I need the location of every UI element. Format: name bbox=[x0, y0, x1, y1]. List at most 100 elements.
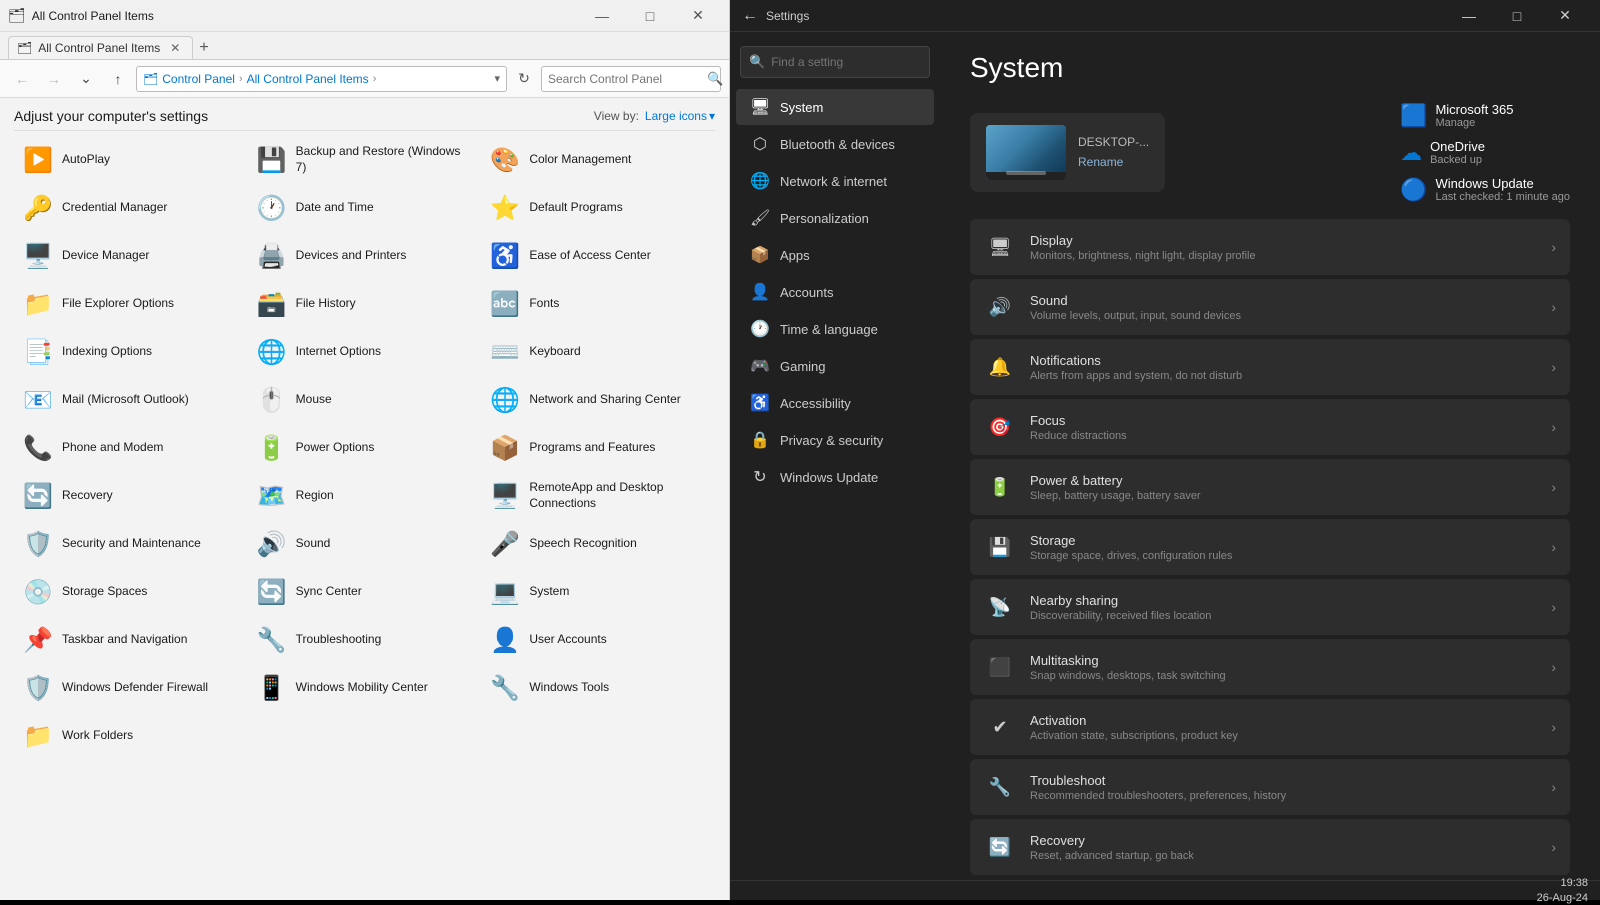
cp-item-recovery[interactable]: 🔄Recovery bbox=[14, 473, 248, 519]
cp-address-dropdown[interactable]: ▾ bbox=[494, 72, 500, 85]
cp-item-date-and-time[interactable]: 🕐Date and Time bbox=[248, 185, 482, 231]
st-update-sub: Last checked: 1 minute ago bbox=[1435, 191, 1570, 203]
cp-item-system[interactable]: 💻System bbox=[481, 569, 715, 615]
cp-item-label: System bbox=[529, 584, 569, 600]
cp-item-power-options[interactable]: 🔋Power Options bbox=[248, 425, 482, 471]
sidebar-item-apps[interactable]: 📦Apps bbox=[736, 237, 934, 273]
cp-item-security-and-maintenance[interactable]: 🛡️Security and Maintenance bbox=[14, 521, 248, 567]
cp-viewby-link[interactable]: Large icons ▾ bbox=[645, 109, 715, 123]
cp-item-fonts[interactable]: 🔤Fonts bbox=[481, 281, 715, 327]
sidebar-item-network[interactable]: 🌐Network & internet bbox=[736, 163, 934, 199]
cp-item-device-manager[interactable]: 🖥️Device Manager bbox=[14, 233, 248, 279]
cp-item-devices-and-printers[interactable]: 🖨️Devices and Printers bbox=[248, 233, 482, 279]
st-minimize-button[interactable]: — bbox=[1446, 0, 1492, 32]
settings-item-text-display: DisplayMonitors, brightness, night light… bbox=[1030, 233, 1537, 262]
settings-item-title: Storage bbox=[1030, 533, 1537, 548]
settings-item-sound[interactable]: 🔊SoundVolume levels, output, input, soun… bbox=[970, 279, 1570, 335]
cp-search-input[interactable] bbox=[548, 72, 703, 86]
cp-dropdown-button[interactable]: ⌄ bbox=[72, 65, 100, 93]
sidebar-item-update[interactable]: ↻Windows Update bbox=[736, 459, 934, 495]
cp-item-windows-tools[interactable]: 🔧Windows Tools bbox=[481, 665, 715, 711]
cp-item-label: Date and Time bbox=[296, 200, 374, 216]
cp-item-sync-center[interactable]: 🔄Sync Center bbox=[248, 569, 482, 615]
cp-item-file-history[interactable]: 🗃️File History bbox=[248, 281, 482, 327]
settings-item-power--battery[interactable]: 🔋Power & batterySleep, battery usage, ba… bbox=[970, 459, 1570, 515]
st-back-button[interactable]: ← bbox=[742, 7, 758, 25]
cp-item-windows-mobility-center[interactable]: 📱Windows Mobility Center bbox=[248, 665, 482, 711]
cp-item-remoteapp-and-desktop-connections[interactable]: 🖥️RemoteApp and Desktop Connections bbox=[481, 473, 715, 519]
st-quick-link-onedrive[interactable]: ☁ OneDrive Backed up bbox=[1400, 139, 1570, 166]
cp-item-taskbar-and-navigation[interactable]: 📌Taskbar and Navigation bbox=[14, 617, 248, 663]
cp-close-button[interactable]: ✕ bbox=[675, 0, 721, 32]
st-quick-link-update[interactable]: 🔵 Windows Update Last checked: 1 minute … bbox=[1400, 176, 1570, 203]
settings-item-recovery[interactable]: 🔄RecoveryReset, advanced startup, go bac… bbox=[970, 819, 1570, 875]
settings-item-storage[interactable]: 💾StorageStorage space, drives, configura… bbox=[970, 519, 1570, 575]
settings-item-multitasking[interactable]: ⬛MultitaskingSnap windows, desktops, tas… bbox=[970, 639, 1570, 695]
cp-item-backup-and-restore-windows-7[interactable]: 💾Backup and Restore (Windows 7) bbox=[248, 137, 482, 183]
settings-item-focus[interactable]: 🎯FocusReduce distractions› bbox=[970, 399, 1570, 455]
cp-tab-close[interactable]: ✕ bbox=[170, 41, 180, 55]
cp-item-autoplay[interactable]: ▶️AutoPlay bbox=[14, 137, 248, 183]
st-device-rename-link[interactable]: Rename bbox=[1078, 155, 1123, 169]
cp-maximize-button[interactable]: □ bbox=[627, 0, 673, 32]
cp-item-mouse[interactable]: 🖱️Mouse bbox=[248, 377, 482, 423]
cp-item-file-explorer-options[interactable]: 📁File Explorer Options bbox=[14, 281, 248, 327]
sidebar-item-privacy[interactable]: 🔒Privacy & security bbox=[736, 422, 934, 458]
st-maximize-button[interactable]: □ bbox=[1494, 0, 1540, 32]
cp-refresh-button[interactable]: ↻ bbox=[511, 66, 537, 92]
cp-item-label: RemoteApp and Desktop Connections bbox=[529, 480, 707, 511]
sidebar-item-gaming[interactable]: 🎮Gaming bbox=[736, 348, 934, 384]
cp-item-sound[interactable]: 🔊Sound bbox=[248, 521, 482, 567]
cp-item-region[interactable]: 🗺️Region bbox=[248, 473, 482, 519]
settings-item-nearby-sharing[interactable]: 📡Nearby sharingDiscoverability, received… bbox=[970, 579, 1570, 635]
cp-item-work-folders[interactable]: 📁Work Folders bbox=[14, 713, 248, 759]
st-device-info: DESKTOP-... Rename bbox=[1078, 135, 1149, 171]
st-quick-link-m365[interactable]: 🟦 Microsoft 365 Manage bbox=[1400, 102, 1570, 129]
cp-item-keyboard[interactable]: ⌨️Keyboard bbox=[481, 329, 715, 375]
sidebar-item-system[interactable]: 🖥System bbox=[736, 89, 934, 125]
cp-forward-button[interactable]: → bbox=[40, 65, 68, 93]
cp-item-label: Keyboard bbox=[529, 344, 580, 360]
cp-item-icon: 🖥️ bbox=[22, 240, 54, 272]
cp-item-credential-manager[interactable]: 🔑Credential Manager bbox=[14, 185, 248, 231]
settings-item-sub: Snap windows, desktops, task switching bbox=[1030, 670, 1537, 682]
cp-item-windows-defender-firewall[interactable]: 🛡️Windows Defender Firewall bbox=[14, 665, 248, 711]
cp-item-indexing-options[interactable]: 📑Indexing Options bbox=[14, 329, 248, 375]
sidebar-item-personalization[interactable]: 🖌Personalization bbox=[736, 200, 934, 236]
cp-search-icon[interactable]: 🔍 bbox=[707, 71, 723, 87]
cp-item-label: Color Management bbox=[529, 152, 631, 168]
cp-item-user-accounts[interactable]: 👤User Accounts bbox=[481, 617, 715, 663]
sidebar-item-bluetooth[interactable]: ⬡Bluetooth & devices bbox=[736, 126, 934, 162]
cp-item-color-management[interactable]: 🎨Color Management bbox=[481, 137, 715, 183]
cp-new-tab-button[interactable]: + bbox=[193, 37, 214, 59]
cp-item-network-and-sharing-center[interactable]: 🌐Network and Sharing Center bbox=[481, 377, 715, 423]
cp-address-bar[interactable]: 🗂 Control Panel › All Control Panel Item… bbox=[136, 66, 507, 92]
cp-item-storage-spaces[interactable]: 💿Storage Spaces bbox=[14, 569, 248, 615]
sidebar-item-accessibility[interactable]: ♿Accessibility bbox=[736, 385, 934, 421]
taskbar-time: 19:38 26-Aug-24 bbox=[1537, 876, 1588, 905]
settings-item-activation[interactable]: ✔ActivationActivation state, subscriptio… bbox=[970, 699, 1570, 755]
st-device-card[interactable]: DESKTOP-... Rename bbox=[970, 113, 1165, 192]
sidebar-item-accounts[interactable]: 👤Accounts bbox=[736, 274, 934, 310]
cp-viewby: View by: Large icons ▾ bbox=[594, 109, 715, 123]
cp-item-internet-options[interactable]: 🌐Internet Options bbox=[248, 329, 482, 375]
settings-item-notifications[interactable]: 🔔NotificationsAlerts from apps and syste… bbox=[970, 339, 1570, 395]
cp-item-phone-and-modem[interactable]: 📞Phone and Modem bbox=[14, 425, 248, 471]
st-search-input[interactable] bbox=[771, 55, 926, 69]
cp-back-button[interactable]: ← bbox=[8, 65, 36, 93]
settings-item-display[interactable]: 🖥DisplayMonitors, brightness, night ligh… bbox=[970, 219, 1570, 275]
cp-item-troubleshooting[interactable]: 🔧Troubleshooting bbox=[248, 617, 482, 663]
sidebar-item-time[interactable]: 🕐Time & language bbox=[736, 311, 934, 347]
st-update-text: Windows Update Last checked: 1 minute ag… bbox=[1435, 176, 1570, 203]
cp-minimize-button[interactable]: — bbox=[579, 0, 625, 32]
cp-item-speech-recognition[interactable]: 🎤Speech Recognition bbox=[481, 521, 715, 567]
cp-up-button[interactable]: ↑ bbox=[104, 65, 132, 93]
st-close-button[interactable]: ✕ bbox=[1542, 0, 1588, 32]
sidebar-item-label-accessibility: Accessibility bbox=[780, 396, 851, 411]
cp-item-default-programs[interactable]: ⭐Default Programs bbox=[481, 185, 715, 231]
settings-item-troubleshoot[interactable]: 🔧TroubleshootRecommended troubleshooters… bbox=[970, 759, 1570, 815]
troubleshoot-icon: 🔧 bbox=[984, 771, 1016, 803]
cp-item-mail-microsoft-outlook[interactable]: 📧Mail (Microsoft Outlook) bbox=[14, 377, 248, 423]
cp-item-programs-and-features[interactable]: 📦Programs and Features bbox=[481, 425, 715, 471]
cp-item-ease-of-access-center[interactable]: ♿Ease of Access Center bbox=[481, 233, 715, 279]
